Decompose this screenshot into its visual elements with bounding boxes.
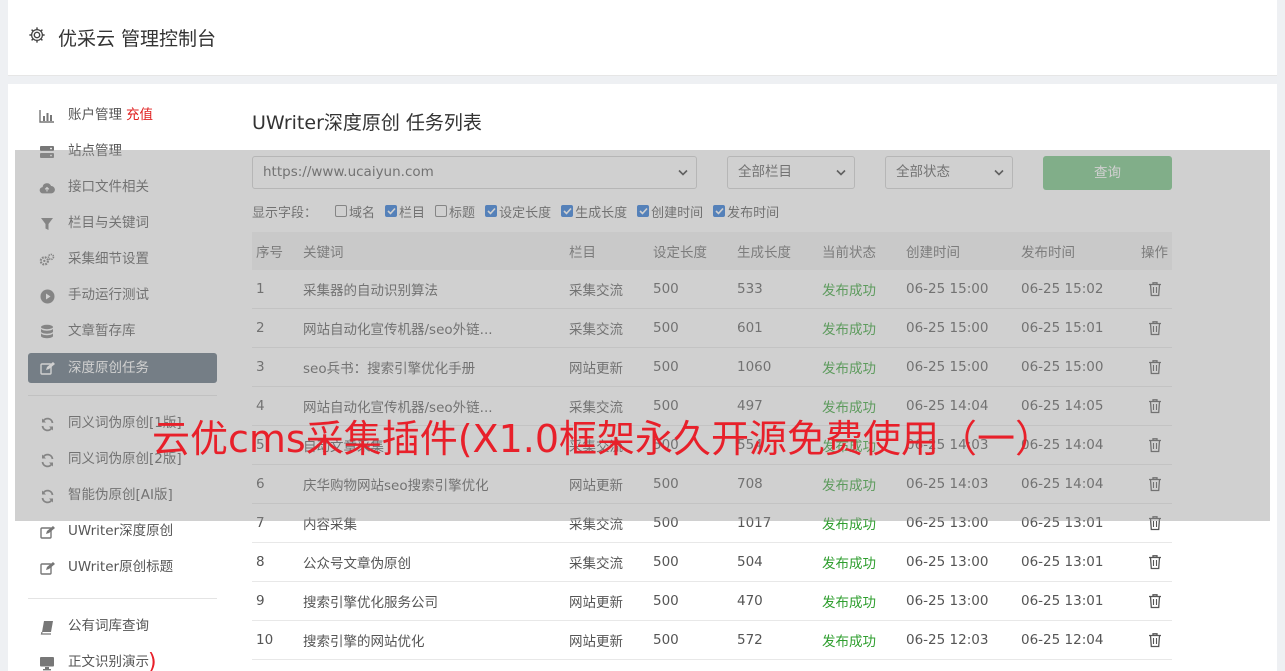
monitor-icon bbox=[39, 655, 55, 671]
sidebar-item-uwriter-title[interactable]: UWriter原创标题 bbox=[28, 550, 217, 586]
cell-published: 06-25 13:01 bbox=[1021, 554, 1104, 570]
cell-index: 8 bbox=[256, 554, 265, 570]
cell-gen-length: 470 bbox=[737, 593, 763, 609]
delete-button[interactable] bbox=[1137, 554, 1172, 570]
gear-icon bbox=[29, 27, 45, 43]
cell-keyword: 搜索引擎优化服务公司 bbox=[303, 595, 438, 611]
trash-icon bbox=[1148, 555, 1161, 570]
cell-keyword: 公众号文章伪原创 bbox=[303, 556, 411, 572]
book-icon bbox=[39, 619, 55, 635]
cell-index: 9 bbox=[256, 593, 265, 609]
cell-created: 06-25 12:03 bbox=[906, 632, 989, 648]
table-row: 8 公众号文章伪原创 采集交流 500 504 发布成功 06-25 13:00 06-25 … bbox=[252, 543, 1172, 582]
image-overlay bbox=[15, 150, 1270, 521]
delete-button[interactable] bbox=[1137, 632, 1172, 648]
watermark-paren: ) bbox=[148, 650, 157, 671]
trash-icon bbox=[1148, 633, 1161, 648]
sidebar-item-label: UWriter深度原创 bbox=[68, 523, 174, 539]
edit-icon bbox=[39, 524, 55, 540]
trash-icon bbox=[1148, 594, 1161, 609]
delete-button[interactable] bbox=[1137, 593, 1172, 609]
cell-set-length: 500 bbox=[653, 554, 679, 570]
sidebar-item-label: UWriter原创标题 bbox=[68, 559, 174, 575]
cell-published: 06-25 12:04 bbox=[1021, 632, 1104, 648]
sidebar-item-public-lexicon[interactable]: 公有词库查询 bbox=[28, 609, 217, 645]
sidebar-divider bbox=[28, 598, 217, 599]
cell-created: 06-25 13:00 bbox=[906, 554, 989, 570]
cell-set-length: 500 bbox=[653, 632, 679, 648]
cell-index: 10 bbox=[256, 632, 274, 648]
table-row: 9 搜索引擎优化服务公司 网站更新 500 470 发布成功 06-25 13:00 06-2… bbox=[252, 582, 1172, 621]
app-title: 优采云 管理控制台 bbox=[58, 28, 217, 50]
cell-column: 采集交流 bbox=[569, 556, 623, 572]
edit-icon bbox=[39, 560, 55, 576]
sidebar-item-text-recognition[interactable]: 正文识别演示 bbox=[28, 645, 217, 671]
cell-column: 网站更新 bbox=[569, 634, 623, 650]
cell-keyword: 搜索引擎的网站优化 bbox=[303, 634, 425, 650]
cell-status: 发布成功 bbox=[822, 556, 876, 572]
cell-status: 发布成功 bbox=[822, 595, 876, 611]
top-bar: 优采云 管理控制台 bbox=[8, 0, 1277, 76]
sidebar-item-label: 账户管理 bbox=[68, 107, 122, 123]
table-row: 10 搜索引擎的网站优化 网站更新 500 572 发布成功 06-25 12:03 06-2… bbox=[252, 621, 1172, 660]
cell-gen-length: 572 bbox=[737, 632, 763, 648]
cell-published: 06-25 13:01 bbox=[1021, 593, 1104, 609]
cell-gen-length: 504 bbox=[737, 554, 763, 570]
bar-chart-icon bbox=[39, 108, 55, 124]
cell-status: 发布成功 bbox=[822, 634, 876, 650]
sidebar-item-account[interactable]: 账户管理 充值 bbox=[28, 98, 217, 134]
sidebar-item-label: 公有词库查询 bbox=[68, 618, 149, 634]
recharge-link[interactable]: 充值 bbox=[126, 107, 153, 123]
cell-created: 06-25 13:00 bbox=[906, 593, 989, 609]
cell-column: 网站更新 bbox=[569, 595, 623, 611]
page-title: UWriter深度原创 任务列表 bbox=[252, 112, 482, 134]
watermark-text: 云优cms采集插件(X1.0框架永久开源免费使用（一） bbox=[152, 417, 1053, 461]
cell-set-length: 500 bbox=[653, 593, 679, 609]
sidebar-item-label: 正文识别演示 bbox=[68, 654, 149, 670]
